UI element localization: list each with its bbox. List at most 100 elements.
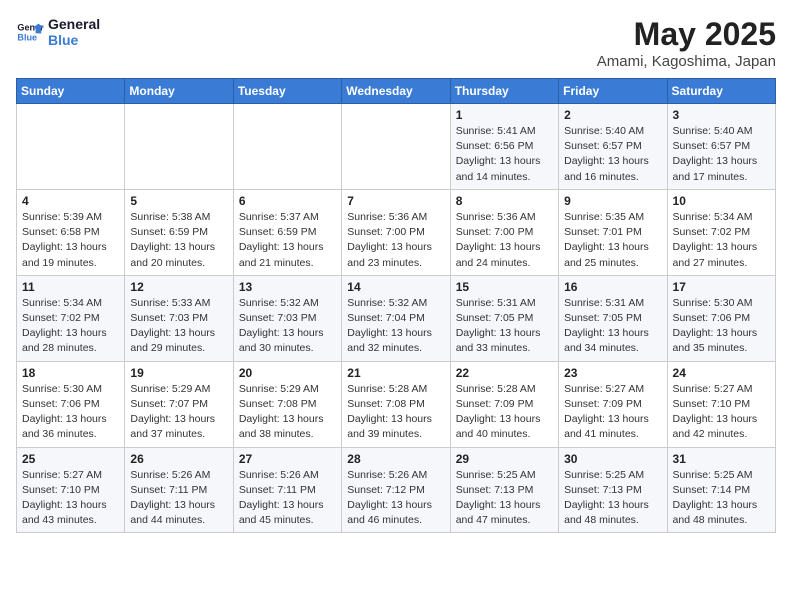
day-number: 27 [239,452,336,466]
calendar-cell: 6Sunrise: 5:37 AM Sunset: 6:59 PM Daylig… [233,189,341,275]
calendar-cell: 21 Sunrise: 5:28 AM Sunset: 7:08 PM Dayli… [342,361,450,447]
day-info: Sunrise: 5:29 AM Sunset: 7:07 PM Dayligh… [130,382,227,443]
day-number: 17 [673,280,770,294]
page-header: General Blue General Blue May 2025 Amami… [16,16,776,70]
calendar-cell: 8 Sunrise: 5:36 AM Sunset: 7:00 PM Daylig… [450,189,558,275]
day-info: Sunrise: 5:26 AM Sunset: 7:11 PM Dayligh… [239,468,336,529]
day-number: 3 [673,108,770,122]
day-number: 25 [22,452,119,466]
calendar-cell: 1Sunrise: 5:41 AM Sunset: 6:56 PM Daylig… [450,104,558,190]
day-number: 8 [456,194,553,208]
calendar-cell: 2Sunrise: 5:40 AM Sunset: 6:57 PM Daylig… [559,104,667,190]
day-number: 29 [456,452,553,466]
day-info: Sunrise: 5:27 AM Sunset: 7:09 PM Dayligh… [564,382,661,443]
calendar-cell: 18Sunrise: 5:30 AM Sunset: 7:06 PM Dayli… [17,361,125,447]
location-title: Amami, Kagoshima, Japan [597,53,776,70]
day-number: 6 [239,194,336,208]
calendar-cell: 9 Sunrise: 5:35 AM Sunset: 7:01 PM Daylig… [559,189,667,275]
calendar-cell: 7 Sunrise: 5:36 AM Sunset: 7:00 PM Daylig… [342,189,450,275]
day-info: Sunrise: 5:38 AM Sunset: 6:59 PM Dayligh… [130,210,227,271]
day-number: 20 [239,366,336,380]
day-number: 14 [347,280,444,294]
calendar-cell: 16 Sunrise: 5:31 AM Sunset: 7:05 PM Dayli… [559,275,667,361]
calendar-cell: 4Sunrise: 5:39 AM Sunset: 6:58 PM Daylig… [17,189,125,275]
day-info: Sunrise: 5:26 AM Sunset: 7:12 PM Dayligh… [347,468,444,529]
day-number: 31 [673,452,770,466]
day-info: Sunrise: 5:34 AM Sunset: 7:02 PM Dayligh… [673,210,770,271]
day-info: Sunrise: 5:31 AM Sunset: 7:05 PM Dayligh… [564,296,661,357]
calendar-cell: 26 Sunrise: 5:26 AM Sunset: 7:11 PM Dayli… [125,447,233,533]
title-area: May 2025 Amami, Kagoshima, Japan [597,16,776,70]
day-number: 5 [130,194,227,208]
calendar-cell: 29 Sunrise: 5:25 AM Sunset: 7:13 PM Dayli… [450,447,558,533]
day-info: Sunrise: 5:30 AM Sunset: 7:06 PM Dayligh… [22,382,119,443]
logo-blue: Blue [48,32,100,48]
calendar-cell: 5 Sunrise: 5:38 AM Sunset: 6:59 PM Daylig… [125,189,233,275]
calendar-week-5: 25 Sunrise: 5:27 AM Sunset: 7:10 PM Dayli… [17,447,776,533]
day-info: Sunrise: 5:33 AM Sunset: 7:03 PM Dayligh… [130,296,227,357]
calendar-cell [125,104,233,190]
calendar-cell: 15 Sunrise: 5:31 AM Sunset: 7:05 PM Dayli… [450,275,558,361]
day-number: 9 [564,194,661,208]
day-number: 15 [456,280,553,294]
calendar-cell: 14 Sunrise: 5:32 AM Sunset: 7:04 PM Dayli… [342,275,450,361]
calendar-week-3: 11Sunrise: 5:34 AM Sunset: 7:02 PM Dayli… [17,275,776,361]
day-number: 28 [347,452,444,466]
day-info: Sunrise: 5:29 AM Sunset: 7:08 PM Dayligh… [239,382,336,443]
day-info: Sunrise: 5:25 AM Sunset: 7:14 PM Dayligh… [673,468,770,529]
day-number: 16 [564,280,661,294]
weekday-sunday: Sunday [17,79,125,104]
logo-icon: General Blue [16,18,44,46]
day-number: 24 [673,366,770,380]
weekday-monday: Monday [125,79,233,104]
day-info: Sunrise: 5:25 AM Sunset: 7:13 PM Dayligh… [456,468,553,529]
day-info: Sunrise: 5:36 AM Sunset: 7:00 PM Dayligh… [347,210,444,271]
day-info: Sunrise: 5:36 AM Sunset: 7:00 PM Dayligh… [456,210,553,271]
day-info: Sunrise: 5:27 AM Sunset: 7:10 PM Dayligh… [673,382,770,443]
calendar-cell: 30 Sunrise: 5:25 AM Sunset: 7:13 PM Dayli… [559,447,667,533]
day-info: Sunrise: 5:35 AM Sunset: 7:01 PM Dayligh… [564,210,661,271]
day-number: 2 [564,108,661,122]
calendar-cell: 11Sunrise: 5:34 AM Sunset: 7:02 PM Dayli… [17,275,125,361]
calendar-cell: 13 Sunrise: 5:32 AM Sunset: 7:03 PM Dayli… [233,275,341,361]
day-number: 26 [130,452,227,466]
calendar-cell: 20 Sunrise: 5:29 AM Sunset: 7:08 PM Dayli… [233,361,341,447]
day-info: Sunrise: 5:31 AM Sunset: 7:05 PM Dayligh… [456,296,553,357]
day-number: 11 [22,280,119,294]
calendar-cell: 12Sunrise: 5:33 AM Sunset: 7:03 PM Dayli… [125,275,233,361]
weekday-wednesday: Wednesday [342,79,450,104]
day-info: Sunrise: 5:27 AM Sunset: 7:10 PM Dayligh… [22,468,119,529]
calendar-cell: 25 Sunrise: 5:27 AM Sunset: 7:10 PM Dayli… [17,447,125,533]
day-info: Sunrise: 5:32 AM Sunset: 7:03 PM Dayligh… [239,296,336,357]
svg-text:Blue: Blue [17,32,37,42]
calendar-cell: 22Sunrise: 5:28 AM Sunset: 7:09 PM Dayli… [450,361,558,447]
day-info: Sunrise: 5:30 AM Sunset: 7:06 PM Dayligh… [673,296,770,357]
calendar-cell: 31 Sunrise: 5:25 AM Sunset: 7:14 PM Dayli… [667,447,775,533]
weekday-header-row: SundayMondayTuesdayWednesdayThursdayFrid… [17,79,776,104]
day-info: Sunrise: 5:32 AM Sunset: 7:04 PM Dayligh… [347,296,444,357]
calendar-cell: 23 Sunrise: 5:27 AM Sunset: 7:09 PM Dayli… [559,361,667,447]
calendar-cell [342,104,450,190]
day-number: 1 [456,108,553,122]
calendar-cell [233,104,341,190]
day-number: 13 [239,280,336,294]
calendar-cell: 19Sunrise: 5:29 AM Sunset: 7:07 PM Dayli… [125,361,233,447]
weekday-friday: Friday [559,79,667,104]
day-number: 22 [456,366,553,380]
day-number: 21 [347,366,444,380]
calendar-body: 1Sunrise: 5:41 AM Sunset: 6:56 PM Daylig… [17,104,776,533]
calendar-cell: 17 Sunrise: 5:30 AM Sunset: 7:06 PM Dayli… [667,275,775,361]
calendar-week-1: 1Sunrise: 5:41 AM Sunset: 6:56 PM Daylig… [17,104,776,190]
day-info: Sunrise: 5:26 AM Sunset: 7:11 PM Dayligh… [130,468,227,529]
calendar-cell: 10 Sunrise: 5:34 AM Sunset: 7:02 PM Dayli… [667,189,775,275]
weekday-thursday: Thursday [450,79,558,104]
day-number: 23 [564,366,661,380]
day-number: 10 [673,194,770,208]
day-info: Sunrise: 5:28 AM Sunset: 7:08 PM Dayligh… [347,382,444,443]
calendar-cell: 24 Sunrise: 5:27 AM Sunset: 7:10 PM Dayli… [667,361,775,447]
day-number: 7 [347,194,444,208]
day-number: 30 [564,452,661,466]
calendar-cell: 3Sunrise: 5:40 AM Sunset: 6:57 PM Daylig… [667,104,775,190]
calendar-cell: 27 Sunrise: 5:26 AM Sunset: 7:11 PM Dayli… [233,447,341,533]
day-info: Sunrise: 5:25 AM Sunset: 7:13 PM Dayligh… [564,468,661,529]
